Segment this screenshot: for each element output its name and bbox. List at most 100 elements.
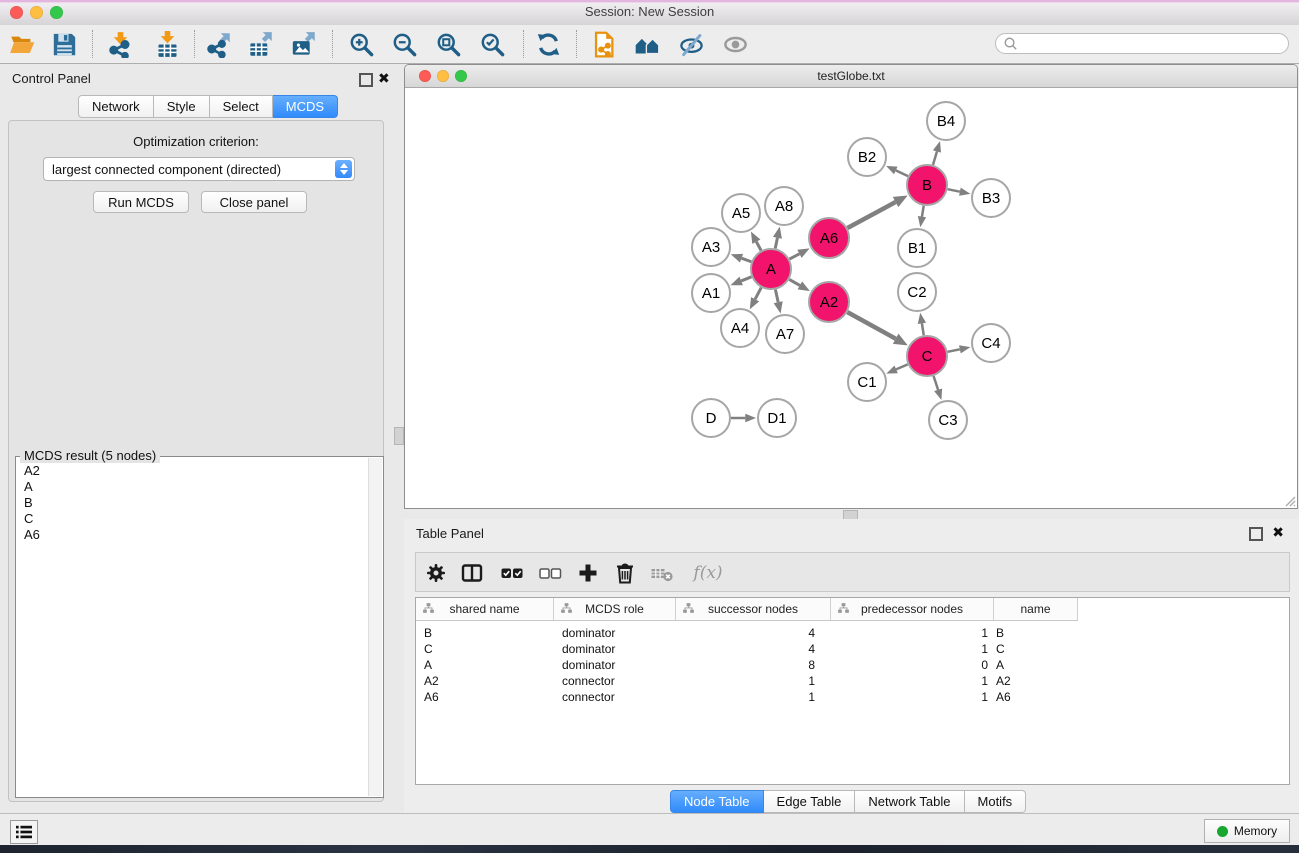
toggle-view-button[interactable] (718, 27, 752, 61)
table-panel-float-button[interactable] (1249, 527, 1263, 541)
list-item[interactable]: C (24, 511, 361, 527)
graph-edge-arrowhead (774, 301, 783, 313)
export-image-button[interactable] (286, 27, 320, 61)
export-network-button[interactable] (201, 27, 235, 61)
first-neighbors-button[interactable] (630, 27, 664, 61)
graphics-details-button[interactable] (674, 27, 708, 61)
tab-network[interactable]: Network (78, 95, 154, 118)
tab-select[interactable]: Select (210, 95, 273, 118)
graph-edge-arrowhead (918, 313, 926, 324)
graph-edge-C-C3[interactable] (934, 376, 939, 390)
node-table: shared name MCDS role successor nodes (415, 597, 1290, 785)
graph-edge-A-A2[interactable] (789, 279, 800, 285)
graph-edge-A-A4[interactable] (755, 288, 761, 300)
column-header-shared-name[interactable]: shared name (416, 598, 554, 620)
control-panel-float-button[interactable] (359, 73, 373, 87)
network-graph[interactable]: B4B2BB3B1A5A8A6A3AA1A4A7A2C2C4CC1C3DD1 (405, 88, 1297, 508)
table-settings-button[interactable] (423, 560, 449, 586)
open-file-button[interactable] (5, 27, 39, 61)
memory-button[interactable]: Memory (1204, 819, 1290, 843)
search-input[interactable] (1018, 36, 1288, 52)
show-log-button[interactable] (10, 820, 38, 844)
table-row[interactable]: A dominator 8 0 A (416, 657, 1072, 673)
import-table-button[interactable] (150, 27, 184, 61)
network-from-selection-button[interactable] (587, 27, 621, 61)
graph-edge-A-A1[interactable] (741, 277, 751, 281)
graph-edge-A-A3[interactable] (742, 258, 752, 262)
graph-edge-A2-C[interactable] (847, 312, 895, 339)
tab-motifs[interactable]: Motifs (965, 790, 1027, 813)
graph-edge-A-A7[interactable] (775, 290, 778, 303)
zoom-in-button[interactable] (344, 27, 378, 61)
graph-edge-A6-B[interactable] (847, 202, 895, 228)
toolbar-separator (523, 30, 524, 58)
apply-function-button[interactable]: f(x) (688, 560, 728, 586)
tab-edge-table[interactable]: Edge Table (764, 790, 856, 813)
delete-column-button[interactable] (612, 560, 638, 586)
graph-node-label-A3: A3 (702, 239, 720, 256)
save-session-button[interactable] (47, 27, 81, 61)
control-panel-close-button[interactable]: ✖ (378, 73, 390, 83)
column-header-predecessor-nodes[interactable]: predecessor nodes (831, 598, 994, 620)
table-row[interactable]: A6 connector 1 1 A6 (416, 689, 1072, 705)
zoom-fit-icon (435, 31, 462, 58)
graph-edge-A-A8[interactable] (775, 238, 777, 249)
network-canvas[interactable]: B4B2BB3B1A5A8A6A3AA1A4A7A2C2C4CC1C3DD1 (405, 88, 1297, 508)
graph-edge-C-C4[interactable] (948, 349, 960, 351)
show-columns-button[interactable] (459, 560, 485, 586)
list-item[interactable]: A6 (24, 527, 361, 543)
graph-edge-B-B2[interactable] (896, 170, 908, 176)
table-panel-close-button[interactable]: ✖ (1272, 527, 1284, 537)
table-row[interactable]: B dominator 4 1 B (416, 625, 1072, 641)
list-icon (15, 824, 33, 840)
vertical-divider-handle[interactable] (394, 427, 404, 445)
graph-edge-B-B4[interactable] (933, 151, 937, 164)
checked-boxes-icon (500, 561, 524, 585)
column-header-mcds-role[interactable]: MCDS role (554, 598, 676, 620)
graph-node-label-C3: C3 (938, 412, 957, 429)
close-panel-button[interactable]: Close panel (201, 191, 307, 213)
list-item[interactable]: A (24, 479, 361, 495)
graph-node-label-C2: C2 (907, 284, 926, 301)
table-row[interactable]: A2 connector 1 1 A2 (416, 673, 1072, 689)
add-column-button[interactable] (575, 560, 601, 586)
graph-edge-B-B1[interactable] (922, 206, 924, 217)
deselect-all-button[interactable] (537, 560, 563, 586)
delete-table-button[interactable] (649, 560, 675, 586)
graph-edge-B-B3[interactable] (948, 189, 960, 191)
main-toolbar (0, 25, 1299, 64)
list-item[interactable]: A2 (24, 463, 361, 479)
tab-node-table[interactable]: Node Table (670, 790, 764, 813)
zoom-out-button[interactable] (387, 27, 421, 61)
network-window-title: testGlobe.txt (405, 69, 1297, 83)
column-header-successor-nodes[interactable]: successor nodes (676, 598, 831, 620)
run-mcds-button[interactable]: Run MCDS (93, 191, 189, 213)
export-table-button[interactable] (243, 27, 277, 61)
graph-edge-A-A6[interactable] (790, 254, 800, 259)
optimization-criterion-select[interactable]: largest connected component (directed) (43, 157, 355, 181)
tab-style[interactable]: Style (154, 95, 210, 118)
list-item[interactable]: B (24, 495, 361, 511)
optimization-criterion-value: largest connected component (directed) (52, 162, 281, 177)
tab-mcds[interactable]: MCDS (273, 95, 338, 118)
column-header-name[interactable]: name (994, 598, 1078, 620)
mcds-result-list[interactable]: A2 A B C A6 (16, 459, 369, 797)
tab-network-table[interactable]: Network Table (855, 790, 964, 813)
import-network-button[interactable] (103, 27, 137, 61)
table-row[interactable]: C dominator 4 1 C (416, 641, 1072, 657)
zoom-selected-button[interactable] (475, 27, 509, 61)
graph-edge-arrowhead (959, 345, 970, 353)
select-all-button[interactable] (499, 560, 525, 586)
scrollbar[interactable] (368, 458, 382, 796)
network-window-titlebar[interactable]: testGlobe.txt (405, 65, 1297, 88)
zoom-in-icon (348, 31, 375, 58)
refresh-layout-button[interactable] (531, 27, 565, 61)
resize-grip-icon[interactable] (1282, 493, 1296, 507)
graph-edge-C-C1[interactable] (896, 364, 908, 369)
graph-node-label-B3: B3 (982, 190, 1000, 207)
graph-edge-C-C2[interactable] (922, 323, 924, 335)
graph-node-label-A: A (766, 261, 776, 278)
search-box[interactable] (995, 33, 1289, 54)
zoom-fit-button[interactable] (431, 27, 465, 61)
graph-edge-A-A5[interactable] (756, 242, 761, 251)
